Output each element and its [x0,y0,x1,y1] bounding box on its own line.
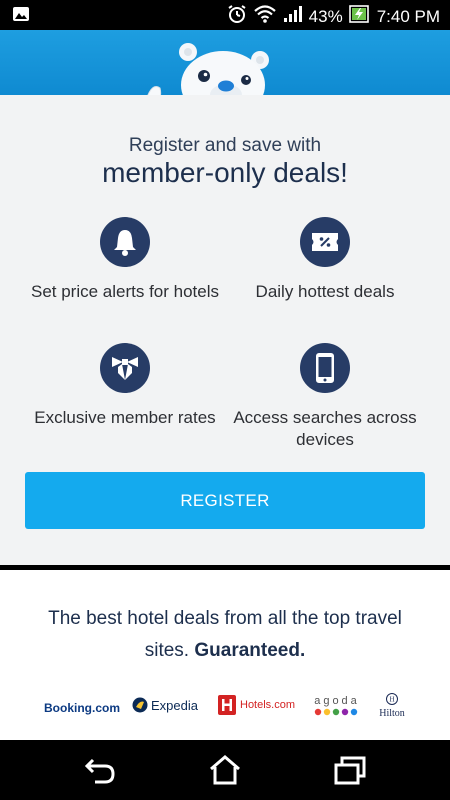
home-icon[interactable] [203,750,247,790]
feature-label: Set price alerts for hotels [30,282,220,301]
feature-label: Exclusive member rates [34,408,216,427]
feature-hottest-deals: Daily hottest deals [225,217,425,303]
battery-charging-icon [348,4,371,29]
smartphone-icon [300,343,350,393]
status-bar: 43% 7:40 PM [0,0,450,30]
member-deals-card: Register and save with member-only deals… [0,95,450,565]
expedia-logo: Expedia [132,697,198,713]
hilton-logo: H Hilton [379,693,405,719]
bowtie-icon [100,343,150,393]
recent-apps-icon[interactable] [328,750,372,790]
promo-headline: member-only deals! [102,157,348,188]
promo-subtitle: Register and save with [128,135,322,156]
feature-label: Daily hottest deals [255,282,395,301]
partner-logos: Booking.com Expedia Hotels.com agoda H H… [0,693,450,725]
partners-section: The best hotel deals from all the top tr… [0,570,450,740]
svg-text:H: H [389,696,394,704]
feature-price-alerts: Set price alerts for hotels [25,217,225,303]
clock: 7:40 PM [376,6,440,26]
booking-logo: Booking.com [44,701,121,715]
feature-cross-device: Access searches across devices [225,343,425,451]
hotels-com-logo: Hotels.com [218,695,295,715]
wifi-icon [253,4,277,29]
back-icon[interactable] [78,750,122,790]
partners-tagline: The best hotel deals from all the top tr… [48,608,402,661]
bell-icon [100,217,150,267]
battery-percent: 43% [308,6,343,26]
alarm-icon [227,4,247,29]
ticket-icon [300,217,350,267]
feature-label: Access searches across devices [233,408,417,449]
android-nav-bar [0,740,450,800]
register-button[interactable]: REGISTER [25,472,425,529]
signal-icon [283,5,303,28]
image-icon [12,6,30,27]
feature-member-rates: Exclusive member rates [25,343,225,429]
agoda-logo: agoda [314,695,360,719]
hero-banner [0,30,450,133]
